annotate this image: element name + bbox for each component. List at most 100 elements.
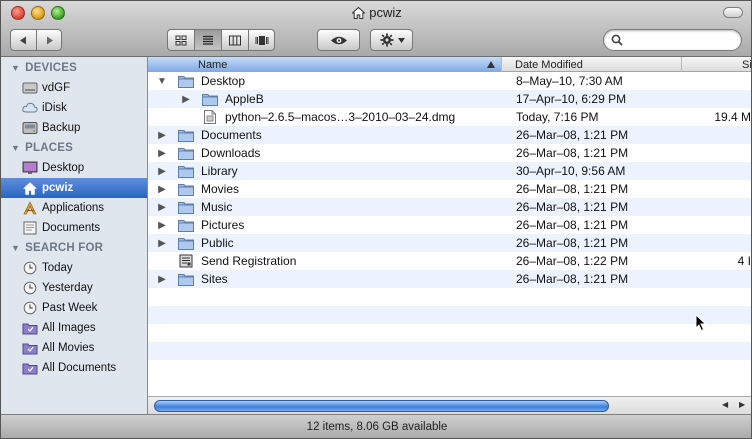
quick-look-button[interactable] [317, 29, 360, 51]
disclosure-open-icon[interactable]: ▼ [156, 76, 168, 87]
column-view-button[interactable] [221, 29, 248, 51]
sort-ascending-icon [487, 61, 495, 68]
name-cell: ▶ Documents [148, 126, 502, 144]
disclosure-closed-icon[interactable]: ▶ [156, 202, 168, 213]
table-row[interactable]: ▶ AppleB 17–Apr–10, 6:29 PM [148, 90, 751, 108]
table-row[interactable]: ▶ Sites 26–Mar–08, 1:21 PM [148, 270, 751, 288]
window-title: pcwiz [369, 5, 402, 20]
sidebar-item-desktop[interactable]: Desktop [1, 158, 147, 178]
sidebar-item-backup[interactable]: Backup [1, 118, 147, 138]
cover-flow-button[interactable] [248, 29, 275, 51]
name-cell: ▼ Desktop [148, 72, 502, 90]
empty-row [148, 324, 751, 342]
column-header-row: Name Date Modified Si [148, 57, 751, 72]
forward-button[interactable] [36, 29, 62, 51]
table-row[interactable]: ▶ Library 30–Apr–10, 9:56 AM [148, 162, 751, 180]
file-rows: ▼ Desktop 8–May–10, 7:30 AM ▶ AppleB 17–Apr–1… [148, 72, 751, 378]
chevron-down-icon [397, 37, 405, 43]
table-row[interactable]: ▶ Music 26–Mar–08, 1:21 PM [148, 198, 751, 216]
name-cell: ▶ AppleB [148, 90, 502, 108]
file-name: Sites [201, 272, 228, 286]
sidebar-item-documents[interactable]: Documents [1, 218, 147, 238]
forward-arrow-icon [46, 36, 53, 44]
sidebar-item-yesterday[interactable]: Yesterday [1, 278, 147, 298]
folder-icon [178, 236, 194, 250]
disclosure-closed-icon[interactable]: ▶ [156, 166, 168, 177]
sidebar-heading-search-for[interactable]: ▼ SEARCH FOR [1, 238, 147, 258]
toolbar-toggle-button[interactable] [723, 7, 743, 18]
file-name: python–2.6.5–macos…3–2010–03–24.dmg [225, 110, 456, 124]
column-header-size[interactable]: Si [682, 57, 751, 72]
scrollbar-thumb[interactable] [154, 400, 609, 412]
list-view-button[interactable] [194, 29, 221, 51]
horizontal-scrollbar[interactable]: ◀ ▶ [148, 396, 751, 414]
desktop-icon [22, 160, 38, 176]
size-cell: 19.4 M [714, 110, 751, 124]
folder-icon [178, 74, 194, 88]
home-icon [22, 180, 38, 196]
table-row[interactable]: Send Registration 26–Mar–08, 1:22 PM 4 I [148, 252, 751, 270]
column-header-name[interactable]: Name [148, 57, 502, 72]
file-name: Pictures [201, 218, 245, 232]
documents-icon [22, 220, 38, 236]
search-field[interactable] [603, 29, 742, 51]
disclosure-closed-icon[interactable]: ▶ [156, 274, 168, 285]
folder-icon [202, 92, 218, 106]
disclosure-closed-icon[interactable]: ▶ [156, 184, 168, 195]
sidebar-item-past-week[interactable]: Past Week [1, 298, 147, 318]
disclosure-closed-icon[interactable]: ▶ [156, 238, 168, 249]
sidebar-item-pcwiz[interactable]: pcwiz [1, 178, 147, 198]
mouse-pointer-icon [695, 314, 707, 332]
search-input[interactable] [628, 32, 734, 48]
hard-drive-icon [22, 80, 38, 96]
date-modified-cell: 8–May–10, 7:30 AM [516, 74, 623, 88]
applications-icon [22, 200, 38, 216]
smart-folder-icon [22, 320, 38, 336]
disclosure-triangle-icon: ▼ [11, 63, 21, 73]
smart-folder-icon [22, 340, 38, 356]
table-row[interactable]: ▶ Movies 26–Mar–08, 1:21 PM [148, 180, 751, 198]
sidebar-item-all-movies[interactable]: All Movies [1, 338, 147, 358]
disclosure-closed-icon[interactable]: ▶ [156, 130, 168, 141]
name-cell: python–2.6.5–macos…3–2010–03–24.dmg [148, 108, 502, 126]
icon-view-button[interactable] [167, 29, 194, 51]
date-modified-cell: Today, 7:16 PM [516, 110, 599, 124]
back-button[interactable] [10, 29, 36, 51]
sidebar-item-idisk[interactable]: iDisk [1, 98, 147, 118]
disclosure-triangle-icon: ▼ [11, 143, 21, 153]
table-row[interactable]: ▶ Pictures 26–Mar–08, 1:21 PM [148, 216, 751, 234]
sidebar-heading-devices[interactable]: ▼ DEVICES [1, 58, 147, 78]
file-name: AppleB [225, 92, 264, 106]
idisk-icon [22, 100, 38, 116]
sidebar-item-vdgf[interactable]: vdGF [1, 78, 147, 98]
name-cell: ▶ Library [148, 162, 502, 180]
folder-icon [178, 272, 194, 286]
folder-icon [178, 182, 194, 196]
sidebar-item-all-images[interactable]: All Images [1, 318, 147, 338]
table-row[interactable]: python–2.6.5–macos…3–2010–03–24.dmg Today… [148, 108, 751, 126]
backup-drive-icon [22, 120, 38, 136]
column-header-date-modified[interactable]: Date Modified [502, 57, 682, 72]
action-menu-button[interactable] [370, 29, 413, 51]
disclosure-closed-icon[interactable]: ▶ [156, 148, 168, 159]
sidebar-heading-places[interactable]: ▼ PLACES [1, 138, 147, 158]
toolbar: pcwiz [1, 1, 751, 57]
table-row[interactable]: ▼ Desktop 8–May–10, 7:30 AM [148, 72, 751, 90]
name-cell: ▶ Pictures [148, 216, 502, 234]
disclosure-closed-icon[interactable]: ▶ [156, 220, 168, 231]
clock-icon [22, 300, 38, 316]
folder-icon [178, 146, 194, 160]
search-icon [611, 34, 623, 46]
table-row[interactable]: ▶ Public 26–Mar–08, 1:21 PM [148, 234, 751, 252]
scroll-left-arrow-icon[interactable]: ◀ [722, 400, 728, 409]
table-row[interactable]: ▶ Documents 26–Mar–08, 1:21 PM [148, 126, 751, 144]
clock-icon [22, 260, 38, 276]
sidebar-item-all-documents[interactable]: All Documents [1, 358, 147, 378]
sidebar-item-today[interactable]: Today [1, 258, 147, 278]
sidebar-item-applications[interactable]: Applications [1, 198, 147, 218]
scroll-right-arrow-icon[interactable]: ▶ [739, 400, 745, 409]
table-row[interactable]: ▶ Downloads 26–Mar–08, 1:21 PM [148, 144, 751, 162]
date-modified-cell: 26–Mar–08, 1:21 PM [516, 218, 629, 232]
disclosure-closed-icon[interactable]: ▶ [180, 94, 192, 105]
file-name: Library [201, 164, 238, 178]
